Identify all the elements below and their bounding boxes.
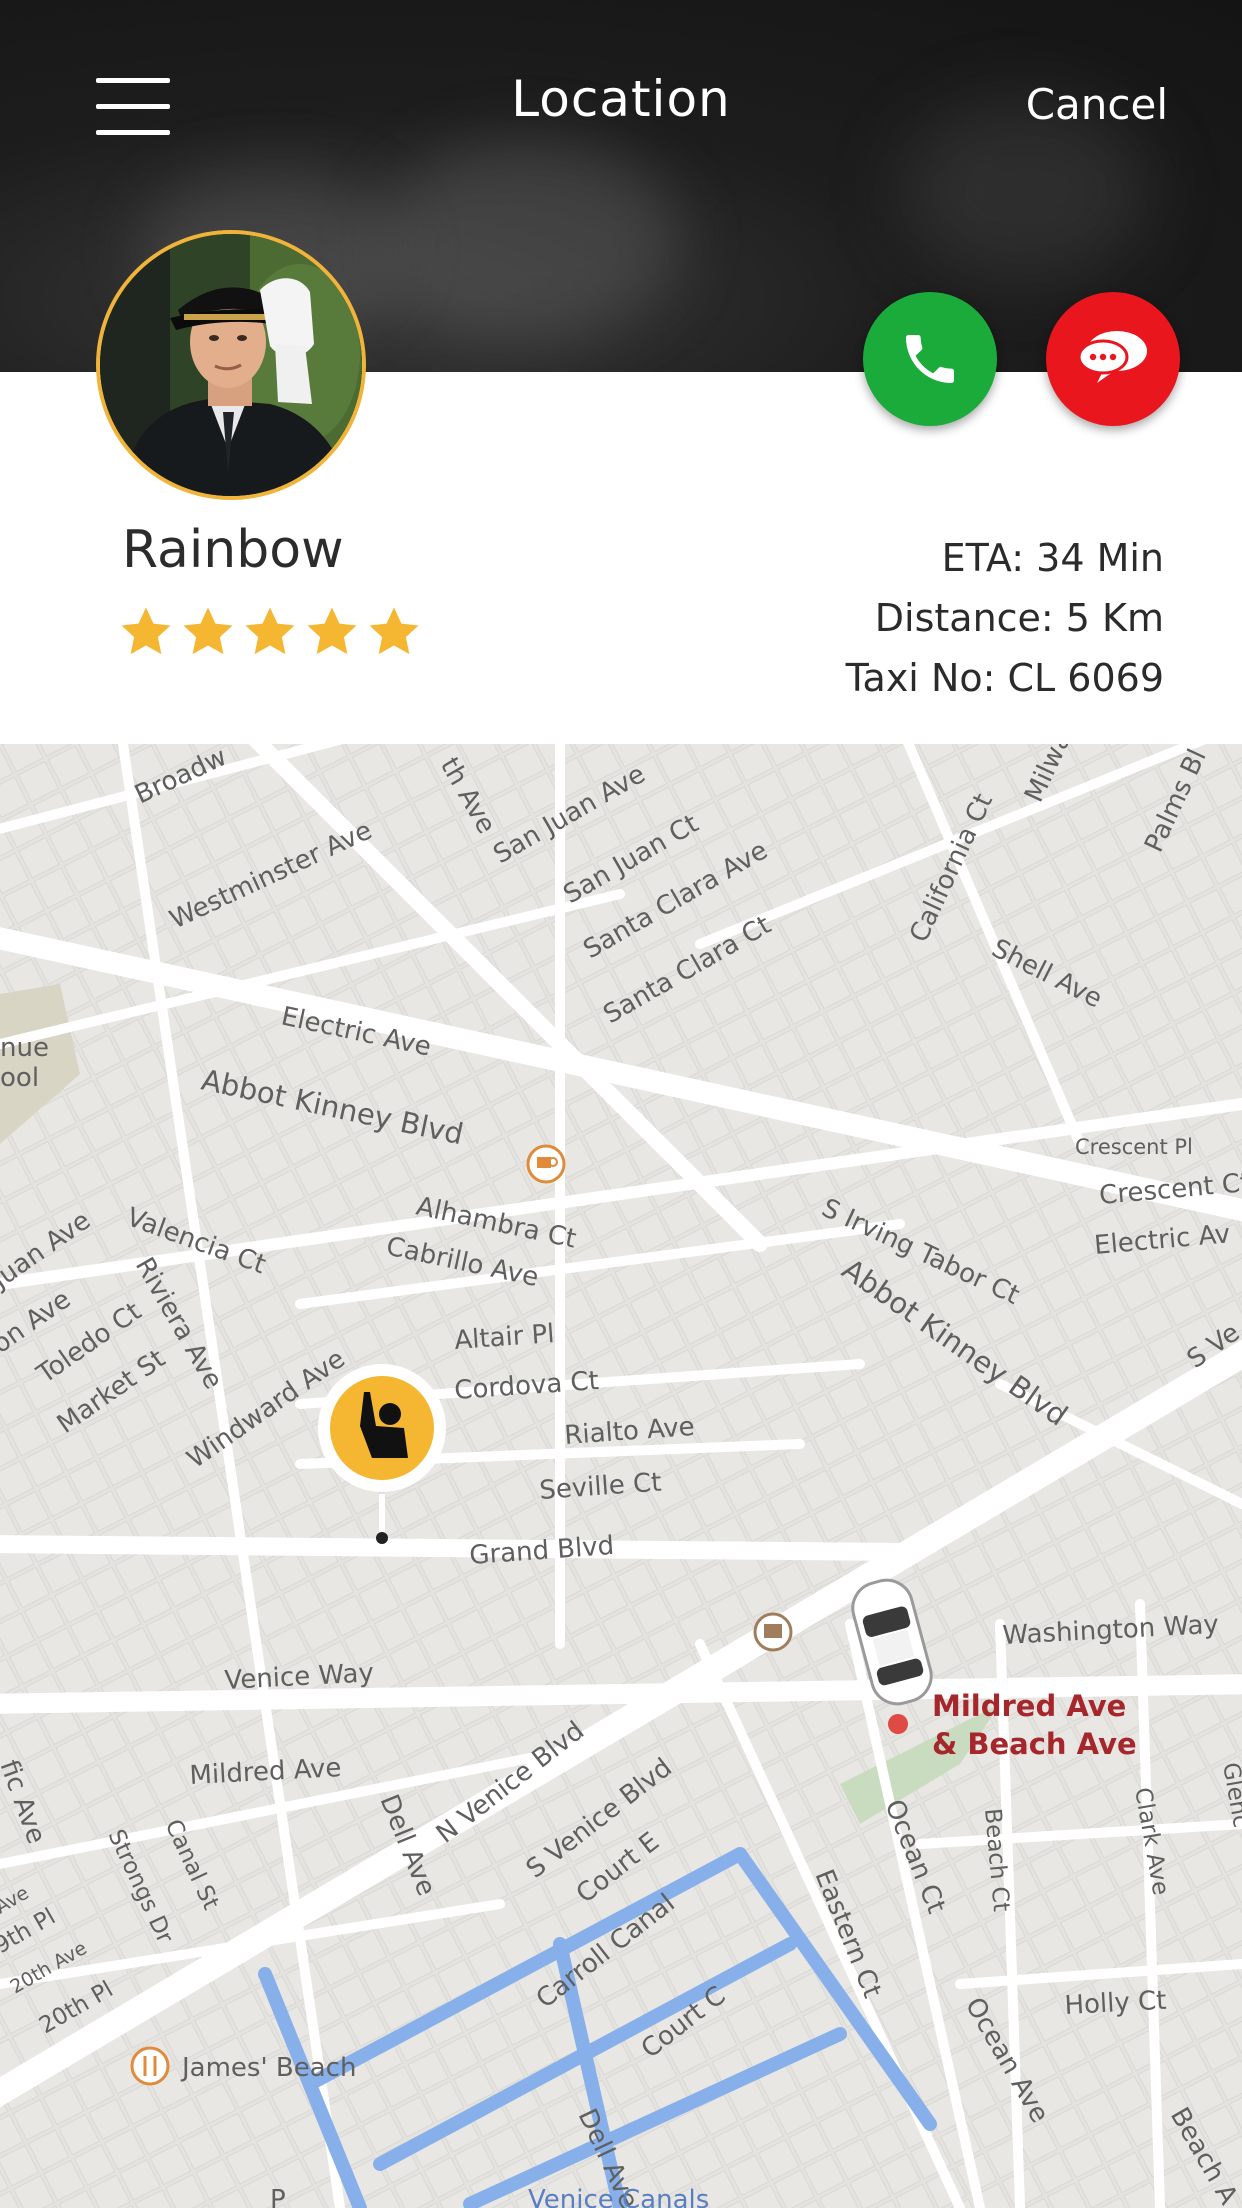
- star-icon: [369, 607, 419, 655]
- trip-info: ETA: 34 Min Distance: 5 Km Taxi No: CL 6…: [846, 528, 1164, 708]
- book-icon[interactable]: [753, 1612, 793, 1652]
- star-icon: [183, 607, 233, 655]
- map-view[interactable]: Broadw Westminster Ave th Ave San Juan A…: [0, 744, 1242, 2208]
- eta-text: ETA: 34 Min: [941, 536, 1164, 580]
- street-label: Crescent Pl: [1075, 1135, 1193, 1159]
- driver-rating: [118, 604, 422, 660]
- coffee-cup-icon[interactable]: [526, 1144, 566, 1184]
- distance-text: Distance: 5 Km: [874, 596, 1164, 640]
- call-button[interactable]: [863, 292, 997, 426]
- street-label: ool: [0, 1063, 39, 1093]
- fork-knife-icon[interactable]: [130, 2046, 170, 2086]
- star-icon: [121, 607, 171, 655]
- message-button[interactable]: [1046, 292, 1180, 426]
- phone-icon: [906, 335, 954, 383]
- street-label: P: [270, 2185, 286, 2208]
- poi-label: James' Beach: [180, 2053, 356, 2083]
- destination-label-line2: & Beach Ave: [932, 1727, 1137, 1761]
- street-label: Venice Canals: [528, 2185, 709, 2208]
- destination-label-line1: Mildred Ave: [932, 1689, 1126, 1723]
- chat-icon: [1077, 331, 1147, 383]
- street-label: nue: [0, 1033, 49, 1063]
- street-label: Holly Ct: [1064, 1986, 1167, 2021]
- driver-name: Rainbow: [122, 520, 344, 580]
- star-icon: [307, 607, 357, 655]
- cancel-button[interactable]: Cancel: [1026, 80, 1168, 129]
- star-icon: [245, 607, 295, 655]
- driver-avatar: [96, 230, 366, 500]
- taxi-number-text: Taxi No: CL 6069: [845, 656, 1164, 700]
